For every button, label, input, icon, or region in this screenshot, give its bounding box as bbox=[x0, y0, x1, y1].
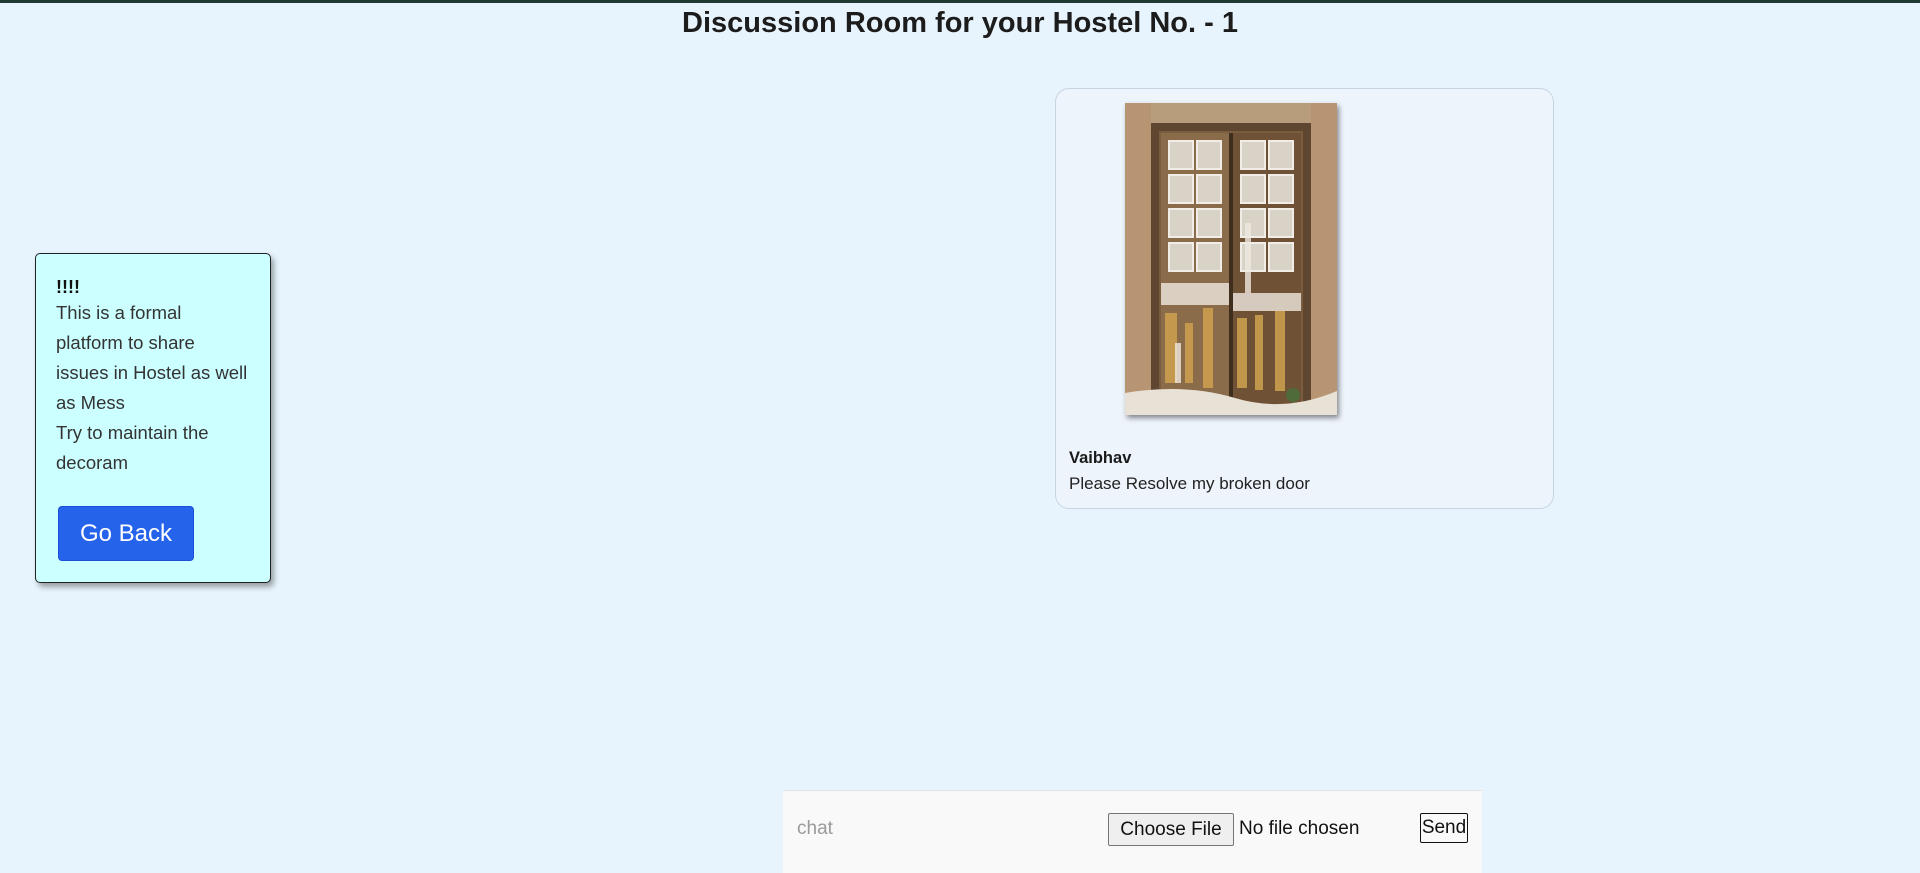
broken-door-photo[interactable] bbox=[1125, 103, 1337, 415]
message-author: Vaibhav bbox=[1069, 449, 1132, 467]
go-back-button[interactable]: Go Back bbox=[58, 506, 194, 561]
top-border bbox=[0, 0, 1920, 3]
message-text: Please Resolve my broken door bbox=[1069, 474, 1310, 493]
file-status: No file chosen bbox=[1239, 818, 1360, 839]
message-card: Vaibhav Please Resolve my broken door bbox=[1055, 88, 1554, 509]
page-title: Discussion Room for your Hostel No. - 1 bbox=[682, 7, 1238, 39]
chat-input[interactable] bbox=[795, 813, 1089, 845]
info-line: Try to maintain the decoram bbox=[56, 422, 209, 473]
chat-bar: Choose File No file chosen Send bbox=[783, 790, 1482, 873]
choose-file-button[interactable]: Choose File bbox=[1108, 813, 1234, 846]
info-heading: !!!! bbox=[56, 277, 80, 297]
info-card: !!!! This is a formal platform to share … bbox=[35, 253, 271, 583]
send-button[interactable]: Send bbox=[1420, 813, 1468, 843]
info-line: This is a formal platform to share issue… bbox=[56, 302, 248, 413]
